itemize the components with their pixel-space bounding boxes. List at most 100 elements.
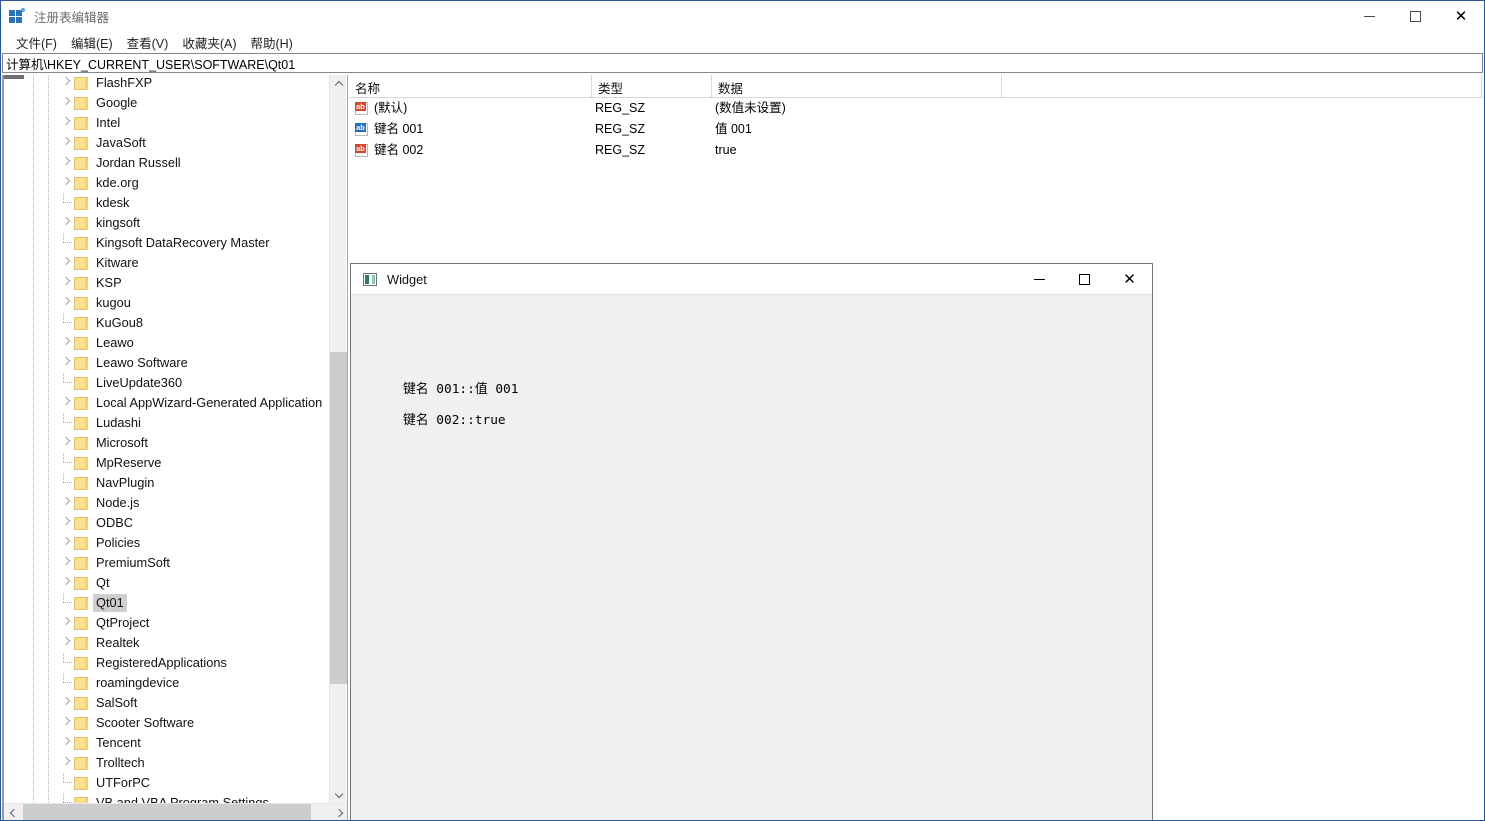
menu-favorites[interactable]: 收藏夹(A) [175, 31, 243, 54]
tree-item-odbc[interactable]: ODBC [4, 513, 329, 533]
folder-icon [74, 357, 88, 370]
widget-maximize-button[interactable] [1062, 264, 1107, 295]
column-header-4[interactable] [1002, 75, 1482, 98]
tree-item-scooter-software[interactable]: Scooter Software [4, 713, 329, 733]
tree-item-flashfxp[interactable]: FlashFXP [4, 75, 329, 93]
tree-guide-line [48, 133, 49, 153]
tree-item-kugou8[interactable]: KuGou8 [4, 313, 329, 333]
tree-guide-line [48, 493, 49, 513]
tree-item-policies[interactable]: Policies [4, 533, 329, 553]
tree-guide-line [33, 773, 34, 793]
tree-guide-line [48, 773, 49, 793]
tree-item-google[interactable]: Google [4, 93, 329, 113]
registry-editor-window: 注册表编辑器 ✕ 文件(F) 编辑(E) 查看(V) 收藏夹(A) 帮助(H) … [0, 0, 1485, 821]
widget-close-button[interactable]: ✕ [1107, 264, 1152, 295]
tree-vertical-scrollbar[interactable] [329, 75, 347, 803]
tree-item-ksp[interactable]: KSP [4, 273, 329, 293]
tree-item-roamingdevice[interactable]: roamingdevice [4, 673, 329, 693]
tree-item-leawo[interactable]: Leawo [4, 333, 329, 353]
scroll-down-button[interactable] [330, 786, 347, 803]
scroll-right-button[interactable] [332, 804, 347, 820]
chevron-down-icon [334, 789, 343, 798]
column-header-1[interactable]: 名称 [349, 75, 592, 98]
tree-item-ludashi[interactable]: Ludashi [4, 413, 329, 433]
tree-item-mpreserve[interactable]: MpReserve [4, 453, 329, 473]
value-row[interactable]: ab 键名 002 REG_SZ true [349, 140, 1483, 161]
address-bar[interactable]: 计算机\HKEY_CURRENT_USER\SOFTWARE\Qt01 [2, 53, 1483, 73]
tree-item-qtproject[interactable]: QtProject [4, 613, 329, 633]
widget-body: 键名 001::值 001 键名 002::true [351, 295, 1152, 820]
tree-item-qt[interactable]: Qt [4, 573, 329, 593]
tree-item-label: NavPlugin [96, 475, 155, 490]
folder-icon [74, 317, 88, 330]
minimize-icon [1034, 279, 1045, 280]
tree-item-node-js[interactable]: Node.js [4, 493, 329, 513]
minimize-button[interactable] [1346, 1, 1392, 31]
tree-horizontal-scrollbar[interactable] [4, 803, 347, 820]
tree-item-leawo-software[interactable]: Leawo Software [4, 353, 329, 373]
tree-item-kingsoft[interactable]: kingsoft [4, 213, 329, 233]
string-value-icon: ab [355, 144, 369, 157]
vertical-scroll-thumb[interactable] [330, 352, 347, 684]
tree-guide-line [33, 433, 34, 453]
tree-item-kugou[interactable]: kugou [4, 293, 329, 313]
tree-item-label: Google [96, 95, 138, 110]
tree-item-kitware[interactable]: Kitware [4, 253, 329, 273]
tree-item-premiumsoft[interactable]: PremiumSoft [4, 553, 329, 573]
tree-guide-line [48, 93, 49, 113]
folder-icon [74, 237, 88, 250]
widget-title-bar: Widget ✕ [351, 264, 1152, 295]
scroll-up-button[interactable] [330, 75, 347, 92]
maximize-icon [1079, 274, 1090, 285]
tree-guide-line [33, 173, 34, 193]
tree-item-navplugin[interactable]: NavPlugin [4, 473, 329, 493]
tree-item-kdesk[interactable]: kdesk [4, 193, 329, 213]
tree-guide-line [48, 713, 49, 733]
tree-guide-line [33, 373, 34, 393]
widget-minimize-button[interactable] [1017, 264, 1062, 295]
tree-item-realtek[interactable]: Realtek [4, 633, 329, 653]
tree-guide-line [33, 233, 34, 253]
tree-item-tencent[interactable]: Tencent [4, 733, 329, 753]
folder-icon [74, 577, 88, 590]
tree-item-registeredapplications[interactable]: RegisteredApplications [4, 653, 329, 673]
close-button[interactable]: ✕ [1438, 1, 1484, 31]
folder-icon [74, 757, 88, 770]
tree-item-intel[interactable]: Intel [4, 113, 329, 133]
menu-file[interactable]: 文件(F) [9, 31, 64, 54]
folder-icon [74, 537, 88, 550]
tree-item-label: RegisteredApplications [96, 655, 227, 670]
tree-item-trolltech[interactable]: Trolltech [4, 753, 329, 773]
value-row[interactable]: ab 键名 001 REG_SZ 值 001 [349, 119, 1483, 140]
tree-item-utforpc[interactable]: UTForPC [4, 773, 329, 793]
menu-help[interactable]: 帮助(H) [243, 31, 299, 54]
column-header-2[interactable]: 类型 [592, 75, 712, 98]
folder-icon [74, 437, 88, 450]
tree-item-kde-org[interactable]: kde.org [4, 173, 329, 193]
maximize-button[interactable] [1392, 1, 1438, 31]
value-row[interactable]: ab (默认) REG_SZ (数值未设置) [349, 98, 1483, 119]
tree-item-jordan-russell[interactable]: Jordan Russell [4, 153, 329, 173]
tree-item-qt01[interactable]: Qt01 [4, 593, 329, 613]
menu-edit[interactable]: 编辑(E) [64, 31, 120, 54]
tree-item-label: Jordan Russell [96, 155, 181, 170]
column-header-label: 名称 [355, 82, 381, 96]
tree-item-label: FlashFXP [96, 75, 153, 90]
menu-view[interactable]: 查看(V) [120, 31, 176, 54]
scroll-left-button[interactable] [4, 804, 21, 820]
tree-guide-line [48, 613, 49, 633]
tree-item-vb-and-vba-program-settings[interactable]: VB and VBA Program Settings [4, 793, 329, 803]
folder-icon [74, 397, 88, 410]
column-header-3[interactable]: 数据 [712, 75, 1002, 98]
tree-item-local-appwizard-generated-application[interactable]: Local AppWizard-Generated Application [4, 393, 329, 413]
tree-item-microsoft[interactable]: Microsoft [4, 433, 329, 453]
folder-icon [74, 117, 88, 130]
tree-item-salsoft[interactable]: SalSoft [4, 693, 329, 713]
tree-item-liveupdate360[interactable]: LiveUpdate360 [4, 373, 329, 393]
tree-item-javasoft[interactable]: JavaSoft [4, 133, 329, 153]
folder-icon [74, 777, 88, 790]
horizontal-scroll-thumb[interactable] [23, 804, 311, 820]
tree-item-kingsoft-datarecovery-master[interactable]: Kingsoft DataRecovery Master [4, 233, 329, 253]
folder-icon [74, 497, 88, 510]
tree-guide-line [48, 333, 49, 353]
